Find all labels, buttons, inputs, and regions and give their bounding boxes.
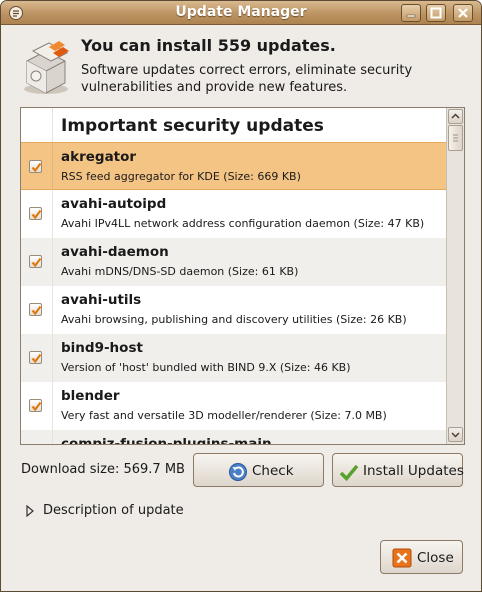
scroll-thumb[interactable] — [448, 125, 463, 151]
check-button[interactable]: Check — [193, 453, 324, 487]
checkmark-icon — [31, 162, 42, 173]
list-item[interactable]: akregator RSS feed aggregator for KDE (S… — [21, 142, 446, 191]
list-item[interactable]: avahi-daemon Avahi mDNS/DNS-SD daemon (S… — [21, 238, 446, 286]
item-checkbox[interactable] — [29, 399, 42, 412]
package-name: avahi-utils — [61, 292, 142, 308]
checkmark-icon — [31, 353, 42, 364]
scroll-up-button[interactable] — [448, 109, 463, 124]
check-column — [21, 143, 53, 191]
list-item[interactable]: avahi-autoipd Avahi IPv4LL network addre… — [21, 190, 446, 238]
list-item[interactable]: blender Very fast and versatile 3D model… — [21, 382, 446, 430]
maximize-icon — [430, 7, 442, 19]
package-name: akregator — [61, 149, 137, 165]
description-expander-label: Description of update — [43, 503, 184, 518]
item-checkbox[interactable] — [29, 160, 42, 173]
updates-headline: You can install 559 updates. — [81, 36, 336, 55]
package-description: Avahi IPv4LL network address configurati… — [61, 217, 425, 230]
updates-list-viewport: Important security updates akregator RSS… — [21, 108, 446, 444]
updates-list[interactable]: Important security updates akregator RSS… — [20, 107, 465, 445]
list-item[interactable]: compiz-fusion-plugins-main — [21, 430, 446, 444]
close-window-button[interactable] — [453, 4, 473, 22]
package-description: RSS feed aggregator for KDE (Size: 669 K… — [61, 170, 301, 183]
install-updates-button[interactable]: Install Updates — [332, 453, 464, 487]
checkmark-icon — [31, 305, 42, 316]
check-button-label: Check — [252, 463, 294, 479]
check-column — [21, 238, 53, 286]
expander-arrow-icon — [26, 505, 34, 517]
title-bar[interactable]: Update Manager — [1, 1, 481, 25]
check-column — [21, 190, 53, 238]
update-manager-window: Update Manager You can install 559 updat… — [0, 0, 482, 592]
package-name: avahi-daemon — [61, 244, 169, 260]
section-check-column — [21, 108, 53, 142]
minimize-button[interactable] — [401, 4, 421, 22]
list-scrollbar[interactable] — [446, 108, 464, 444]
package-description: Avahi browsing, publishing and discovery… — [61, 313, 407, 326]
close-icon — [392, 548, 412, 568]
refresh-icon — [229, 463, 247, 481]
close-icon — [458, 8, 468, 18]
chevron-up-icon — [451, 113, 460, 119]
package-name: compiz-fusion-plugins-main — [61, 436, 272, 444]
checkmark-icon — [339, 464, 359, 482]
checkmark-icon — [31, 257, 42, 268]
list-item[interactable]: bind9-host Version of 'host' bundled wit… — [21, 334, 446, 382]
package-description: Version of 'host' bundled with BIND 9.X … — [61, 361, 351, 374]
check-column — [21, 286, 53, 334]
install-updates-button-label: Install Updates — [363, 463, 464, 479]
download-size-label: Download size: 569.7 MB — [21, 462, 185, 477]
item-checkbox[interactable] — [29, 351, 42, 364]
item-checkbox[interactable] — [29, 303, 42, 316]
checkmark-icon — [31, 401, 42, 412]
item-checkbox[interactable] — [29, 207, 42, 220]
package-name: bind9-host — [61, 340, 143, 356]
maximize-button[interactable] — [426, 4, 446, 22]
package-description: Very fast and versatile 3D modeller/rend… — [61, 409, 387, 422]
chevron-down-icon — [451, 432, 460, 438]
minimize-icon — [406, 14, 416, 18]
checkmark-icon — [31, 209, 42, 220]
check-column — [21, 334, 53, 382]
check-column — [21, 382, 53, 430]
section-title: Important security updates — [61, 116, 324, 136]
grip-icon — [453, 134, 458, 142]
close-button[interactable]: Close — [380, 540, 463, 574]
check-column — [21, 430, 53, 444]
package-name: avahi-autoipd — [61, 196, 167, 212]
section-header: Important security updates — [21, 108, 446, 142]
list-item[interactable]: avahi-utils Avahi browsing, publishing a… — [21, 286, 446, 334]
close-button-label: Close — [417, 550, 454, 566]
package-name: blender — [61, 388, 120, 404]
scroll-down-button[interactable] — [448, 427, 463, 442]
package-update-icon — [24, 41, 69, 94]
updates-subline: Software updates correct errors, elimina… — [81, 63, 413, 95]
package-description: Avahi mDNS/DNS-SD daemon (Size: 61 KB) — [61, 265, 299, 278]
item-checkbox[interactable] — [29, 255, 42, 268]
